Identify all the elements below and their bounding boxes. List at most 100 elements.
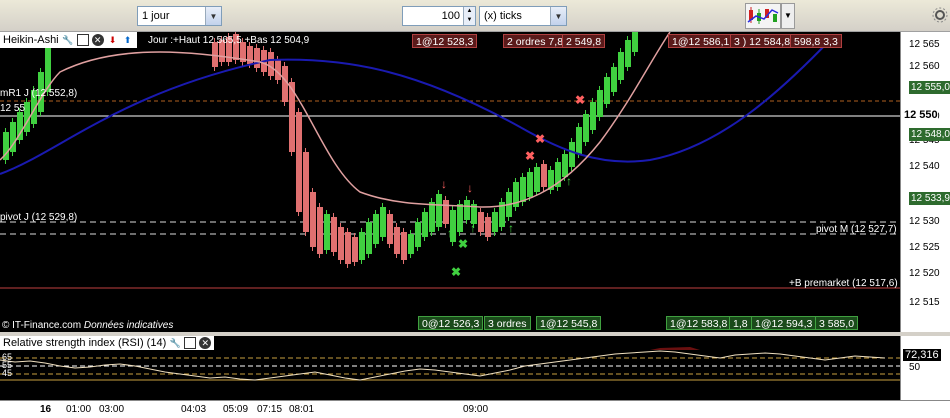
tick-unit-select[interactable]: (x) ticks ▼ [479,6,567,26]
candle-body [576,127,582,154]
wrench-icon[interactable]: 🔧 [169,337,181,349]
order-box-sell[interactable]: 2 549,8 [562,34,606,48]
settings-icon[interactable] [931,6,949,24]
chart-type-button[interactable] [745,3,781,29]
price-tick: 12 525 [909,242,940,253]
candle-body [408,234,414,254]
signal-cross-icon: ✖ [458,237,468,251]
spin-up-icon[interactable]: ▲ [464,7,475,16]
rsi-left-label: 45 [2,368,13,378]
candle-body [282,66,288,102]
price-tick: 12 540 [909,161,940,172]
order-box-buy[interactable]: 1@12 583,8 [666,316,732,330]
chart-type-dropdown[interactable]: ▼ [781,3,795,29]
rsi-header: Relative strength index (RSI) (14) 🔧 ✕ [0,336,215,350]
candle-body [324,214,330,250]
chevron-down-icon[interactable]: ▼ [205,7,221,25]
candle-body [429,202,435,232]
premarket-label: +B premarket (12 517,6) [789,278,898,289]
candle-body [338,227,344,260]
candle-body [436,194,442,227]
candle-body [618,52,624,80]
order-box-buy[interactable]: 3 ordres [484,316,531,330]
order-box-sell[interactable]: 1@12 528,3 [412,34,478,48]
signal-cross-icon: ✖ [525,149,535,163]
ohlc-info: Jour :+Haut 12 565,5 +Bas 12 504,9 [148,35,310,46]
order-box-buy[interactable]: 0@12 526,3 [418,316,484,330]
candle-body [625,40,631,67]
price-tag: 12 555,0 [909,81,950,94]
tick-count-stepper[interactable]: 100 ▲ ▼ [402,6,476,26]
order-box-buy[interactable]: 1@12 545,8 [536,316,602,330]
order-box-sell[interactable]: 3 ) 12 584,8 [730,34,795,48]
close-icon[interactable]: ✕ [199,337,212,349]
time-label: 08:01 [289,404,315,415]
price-axis[interactable]: 12 56512 56012 55512 55012 54512 54012 5… [900,32,950,332]
order-box-sell[interactable]: 1@12 586,1 [668,34,734,48]
candle-body [457,204,463,232]
candle-body [254,48,260,68]
candle-body [604,77,610,104]
time-label: 04:03 [181,404,207,415]
signal-cross-icon: ✖ [575,93,585,107]
level-label-left: 12 55 [0,103,26,114]
candle-body [331,217,337,252]
candle-body [352,237,358,262]
candle-body [422,212,428,237]
time-label: 03:00 [99,404,125,415]
order-box-buy[interactable]: 3 585,0 [815,316,859,330]
price-tick: 12 565 [909,39,940,50]
wrench-icon[interactable]: 🔧 [62,34,74,46]
window-icon[interactable] [76,34,89,46]
candle-body [541,164,547,187]
candle-body [569,142,575,167]
rsi-tick: 50 [909,362,921,373]
order-box-buy[interactable]: 1@12 594,3 [751,316,817,330]
time-label: 01:00 [66,404,92,415]
close-icon[interactable]: ✕ [91,34,104,46]
candle-body [611,67,617,92]
period-value: 1 jour [142,10,170,22]
candle-body [534,167,540,192]
price-chart[interactable]: ↓ ↓↑ ↑↑✖✖✖✖✖↑ [0,32,900,332]
order-box-sell[interactable]: 598,8 3,3 [790,34,842,48]
rsi-panel[interactable]: Relative strength index (RSI) (14) 🔧 ✕ 6… [0,336,900,400]
time-axis[interactable]: 16 01:00 03:00 04:03 05:09 07:15 08:01 0… [0,400,950,418]
time-label: 07:15 [257,404,283,415]
mr1-label: mR1 J (12 552,8) [0,88,78,99]
signal-arrow-icon: ↑ [447,226,453,240]
tick-unit-value: (x) ticks [484,10,522,22]
candlestick-chart-icon [747,7,779,24]
price-chart-panel[interactable]: ↓ ↓ ↑ ↑ ↑ ✖ ✖ ✖ ✖ ✖ ↑ Heikin-Ashi 🔧 ✕ ⬇ ⬆ Jour :+H… [0,32,900,332]
candle-body [415,222,421,247]
indicator-header: Heikin-Ashi 🔧 ✕ ⬇ ⬆ [0,32,137,48]
candle-body [632,32,638,52]
arrow-down-icon[interactable]: ⬇ [107,34,119,46]
spin-down-icon[interactable]: ▼ [464,16,475,25]
candle-body [401,232,407,260]
candle-body [296,112,302,212]
arrow-up-icon[interactable]: ⬆ [122,34,134,46]
candle-body [394,227,400,254]
candle-body [380,207,386,237]
current-price-label: 12 550 [904,109,938,121]
time-label: 05:09 [223,404,249,415]
period-select[interactable]: 1 jour ▼ [137,6,222,26]
candle-body [590,102,596,130]
candle-body [520,177,526,202]
price-tick: 12 520 [909,268,940,279]
candle-body [597,90,603,117]
slow-moving-average [0,39,831,175]
candle-body [443,200,449,224]
signal-arrow-icon: ↓ [467,181,473,195]
candle-body [317,207,323,254]
candle-body [359,232,365,260]
candle-body [485,217,491,237]
order-box-buy[interactable]: 1,8 [729,316,752,330]
tick-count-value: 100 [441,10,460,22]
candle-body [387,214,393,244]
candle-body [464,200,470,220]
order-box-sell[interactable]: 2 ordres 7,8 [503,34,568,48]
chevron-down-icon[interactable]: ▼ [550,7,566,25]
window-icon[interactable] [184,337,197,349]
